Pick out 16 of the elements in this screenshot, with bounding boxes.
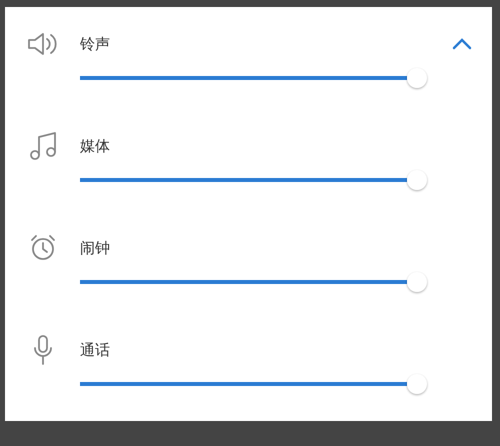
slider-thumb[interactable] (407, 272, 427, 292)
stream-label: 闹钟 (80, 238, 110, 258)
stream-label: 媒体 (80, 136, 110, 156)
volume-slider[interactable] (80, 169, 427, 191)
volume-slider[interactable] (80, 271, 427, 293)
volume-slider[interactable] (80, 67, 427, 89)
music-note-icon (28, 131, 56, 161)
slider-thumb[interactable] (407, 170, 427, 190)
slider-thumb[interactable] (407, 68, 427, 88)
volume-slider[interactable] (80, 373, 427, 395)
stream-label: 铃声 (80, 34, 110, 54)
speaker-icon (26, 31, 58, 57)
slider-thumb[interactable] (407, 374, 427, 394)
stream-label: 通话 (80, 340, 110, 360)
alarm-clock-icon (28, 234, 56, 262)
chevron-icon (452, 38, 472, 50)
